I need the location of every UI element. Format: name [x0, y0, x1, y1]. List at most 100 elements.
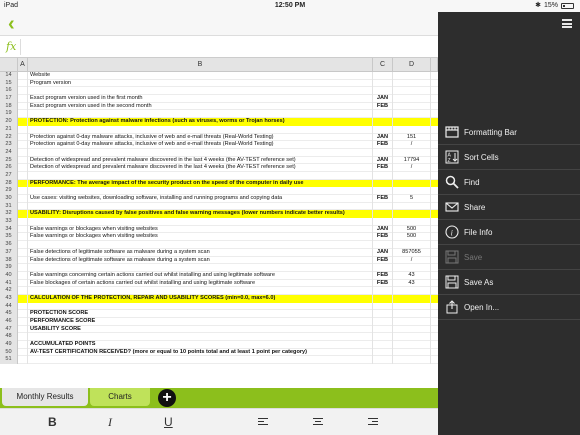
table-row[interactable]: 50 AV-TEST CERTIFICATION RECEIVED? (more …: [0, 348, 438, 357]
table-row[interactable]: 32 USABILITY: Disruptions caused by false…: [0, 210, 438, 219]
cell-e[interactable]: [431, 233, 438, 241]
cell-d[interactable]: [393, 187, 431, 195]
cell-b[interactable]: False detections of legitimate software …: [28, 248, 373, 257]
cell-b[interactable]: Website: [28, 72, 373, 80]
spreadsheet-grid[interactable]: A B C D 14 Website 15 Program version 16 17 Ex…: [0, 58, 438, 388]
cell-c[interactable]: [373, 318, 393, 326]
table-row[interactable]: 42: [0, 287, 438, 295]
cell-e[interactable]: [431, 95, 438, 103]
cell-e[interactable]: [431, 272, 438, 280]
cell-e[interactable]: [431, 303, 438, 311]
cell-d[interactable]: 500: [393, 225, 431, 234]
cell-b[interactable]: AV-TEST CERTIFICATION RECEIVED? (more or…: [28, 348, 373, 357]
tab-monthly-results[interactable]: Monthly Results: [2, 388, 88, 406]
cell-a[interactable]: [18, 148, 28, 157]
cell-a[interactable]: [18, 87, 28, 96]
cell-a[interactable]: [18, 125, 28, 134]
cell-a[interactable]: [18, 210, 28, 219]
row-number[interactable]: 21: [0, 125, 18, 134]
cell-c[interactable]: [373, 302, 393, 311]
cell-b[interactable]: False blockages of certain actions carri…: [28, 279, 373, 288]
cell-d[interactable]: [393, 72, 431, 80]
cell-a[interactable]: [18, 133, 28, 142]
cell-a[interactable]: [18, 187, 28, 195]
row-number[interactable]: 35: [0, 233, 18, 242]
cell-c[interactable]: [373, 148, 393, 157]
table-row[interactable]: 46 PERFORMANCE SCORE: [0, 318, 438, 326]
cell-e[interactable]: [431, 203, 438, 211]
table-row[interactable]: 44: [0, 302, 438, 311]
cell-b[interactable]: False detections of legitimate software …: [28, 256, 373, 265]
row-number[interactable]: 22: [0, 133, 18, 142]
row-number[interactable]: 17: [0, 95, 18, 103]
menu-item-save[interactable]: Save: [438, 245, 580, 270]
cell-a[interactable]: [18, 102, 28, 111]
cell-d[interactable]: [393, 171, 431, 180]
cell-e[interactable]: [431, 310, 438, 318]
table-row[interactable]: 24: [0, 148, 438, 157]
cell-c[interactable]: [373, 79, 393, 88]
cell-e[interactable]: [431, 187, 438, 195]
cell-a[interactable]: [18, 279, 28, 288]
row-number[interactable]: 19: [0, 110, 18, 119]
table-row[interactable]: 26 Detection of widespread and prevalent …: [0, 164, 438, 172]
table-row[interactable]: 34 False warnings or blockages when visit…: [0, 225, 438, 234]
cell-e[interactable]: [431, 118, 438, 126]
table-row[interactable]: 48: [0, 333, 438, 342]
row-number[interactable]: 25: [0, 156, 18, 165]
menu-item-find[interactable]: Find: [438, 170, 580, 195]
cell-d[interactable]: [393, 148, 431, 157]
cell-c[interactable]: [373, 294, 393, 303]
column-header-e[interactable]: [431, 58, 438, 72]
row-number[interactable]: 26: [0, 164, 18, 172]
cell-d[interactable]: [393, 318, 431, 326]
cell-a[interactable]: [18, 241, 28, 249]
cell-d[interactable]: [393, 179, 431, 188]
table-row[interactable]: 37 False detections of legitimate softwar…: [0, 248, 438, 257]
cell-e[interactable]: [431, 294, 438, 303]
underline-button[interactable]: U: [164, 415, 173, 429]
row-number[interactable]: 31: [0, 202, 18, 211]
cell-a[interactable]: [18, 110, 28, 119]
cell-b[interactable]: [28, 287, 373, 295]
table-row[interactable]: 23 Protection against 0-day malware attac…: [0, 141, 438, 149]
row-number[interactable]: 32: [0, 210, 18, 219]
cell-a[interactable]: [18, 341, 28, 349]
cell-c[interactable]: JAN: [373, 156, 393, 165]
cell-e[interactable]: [431, 264, 438, 272]
cell-e[interactable]: [431, 226, 438, 234]
cell-e[interactable]: [431, 157, 438, 165]
cell-e[interactable]: [431, 141, 438, 149]
cell-b[interactable]: [28, 333, 373, 342]
cell-c[interactable]: [373, 202, 393, 211]
cell-d[interactable]: [393, 294, 431, 303]
cell-a[interactable]: [18, 171, 28, 180]
cell-a[interactable]: [18, 256, 28, 265]
row-number[interactable]: 24: [0, 148, 18, 157]
table-row[interactable]: 27: [0, 171, 438, 180]
table-row[interactable]: 35 False warnings or blockages when visit…: [0, 233, 438, 242]
cell-a[interactable]: [18, 310, 28, 318]
cell-d[interactable]: 43: [393, 279, 431, 288]
table-row[interactable]: 19: [0, 110, 438, 119]
row-number[interactable]: 41: [0, 279, 18, 288]
cell-c[interactable]: [373, 110, 393, 119]
table-row[interactable]: 33: [0, 218, 438, 226]
cell-d[interactable]: 5: [393, 195, 431, 203]
table-row[interactable]: 20 PROTECTION: Protection against malware…: [0, 118, 438, 126]
menu-item-sort-cells[interactable]: A Z Sort Cells: [438, 145, 580, 170]
cell-b[interactable]: [28, 187, 373, 195]
row-number[interactable]: 51: [0, 356, 18, 365]
table-row[interactable]: 14 Website: [0, 72, 438, 80]
hamburger-menu-icon[interactable]: [562, 19, 572, 28]
cell-b[interactable]: Exact program version used in the second…: [28, 102, 373, 111]
row-number[interactable]: 20: [0, 118, 18, 126]
cell-e[interactable]: [431, 179, 438, 188]
table-row[interactable]: 30 Use cases: visiting websites, download…: [0, 195, 438, 203]
column-header-b[interactable]: B: [28, 58, 373, 72]
cell-c[interactable]: [373, 210, 393, 219]
cell-d[interactable]: [393, 356, 431, 365]
cell-c[interactable]: [373, 310, 393, 318]
cell-e[interactable]: [431, 72, 438, 80]
table-row[interactable]: 18 Exact program version used in the seco…: [0, 102, 438, 111]
